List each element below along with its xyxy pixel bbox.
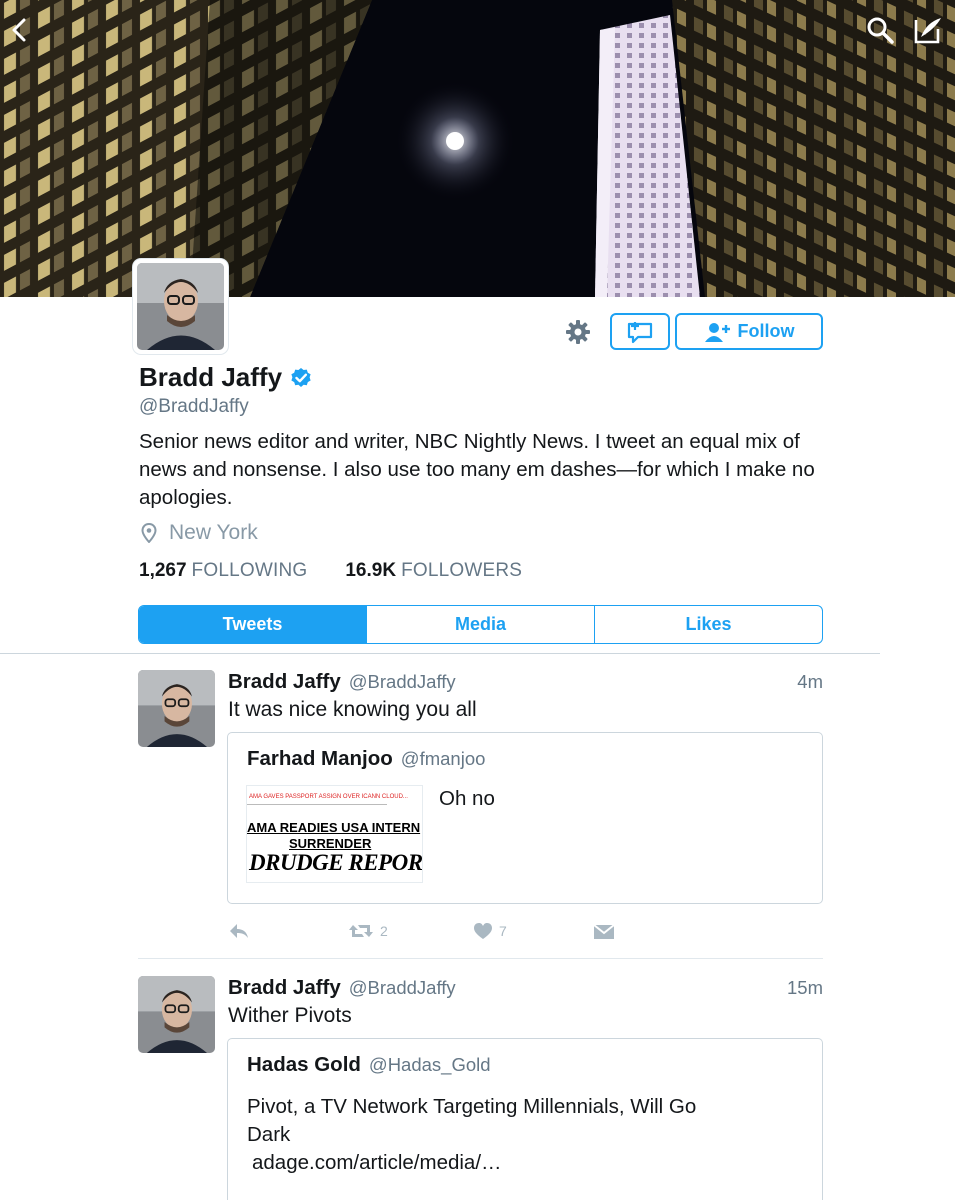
quoted-tweet-handle: @fmanjoo: [400, 748, 486, 769]
tweet-divider: [138, 958, 823, 959]
share-icon: [593, 924, 615, 939]
tweet-avatar[interactable]: [138, 976, 215, 1053]
tweet-text: Wither Pivots: [228, 1004, 352, 1027]
tweet-actions: 2 7: [228, 922, 615, 940]
quoted-tweet-header: Hadas Gold @Hadas_Gold: [247, 1053, 491, 1077]
image-rule: [247, 804, 387, 805]
reply-button[interactable]: [228, 922, 348, 940]
avatar-image: [138, 670, 215, 747]
direct-message-icon: [627, 321, 653, 343]
tweet-timestamp: 4m: [797, 671, 823, 692]
tweet-author[interactable]: Bradd Jaffy: [228, 976, 341, 1000]
settings-button[interactable]: [561, 315, 595, 349]
search-icon: [867, 17, 894, 44]
followers-label: FOLLOWERS: [401, 560, 523, 581]
reply-icon: [230, 924, 248, 938]
tweet-handle: @BraddJaffy: [348, 671, 456, 692]
quoted-tweet-handle: @Hadas_Gold: [368, 1054, 491, 1075]
tab-likes[interactable]: Likes: [594, 606, 822, 643]
section-divider: [0, 653, 880, 654]
avatar-image: [137, 263, 224, 350]
location-text: New York: [169, 521, 258, 544]
followers-stat[interactable]: 16.9K FOLLOWERS: [345, 560, 522, 582]
like-count: 7: [499, 923, 507, 939]
share-button[interactable]: [593, 922, 615, 940]
image-headline: SURRENDER: [289, 836, 372, 851]
quoted-tweet-text-line: Pivot, a TV Network Targeting Millennial…: [247, 1095, 697, 1118]
quoted-tweet-header: Farhad Manjoo @fmanjoo: [247, 747, 485, 771]
profile-bio: Senior news editor and writer, NBC Night…: [139, 430, 815, 509]
profile-tabs: Tweets Media Likes: [138, 605, 823, 644]
verified-badge-icon: [291, 367, 311, 387]
profile-name-row: Bradd Jaffy: [139, 362, 312, 393]
profile-location: New York: [141, 521, 258, 545]
search-button[interactable]: [860, 10, 900, 50]
follow-button-label: Follow: [737, 321, 795, 341]
profile-avatar[interactable]: [133, 259, 228, 354]
compose-button[interactable]: [908, 10, 948, 50]
like-button[interactable]: 7: [473, 922, 593, 940]
tweet-avatar[interactable]: [138, 670, 215, 747]
retweet-icon: [349, 925, 373, 937]
tweet-handle: @BraddJaffy: [348, 977, 456, 998]
location-pin-icon: [141, 523, 157, 543]
quoted-tweet-text: Pivot, a TV Network Targeting Millennial…: [247, 1093, 696, 1177]
tweet-header: Bradd Jaffy @BraddJaffy 15m: [228, 976, 823, 1000]
tweet[interactable]: Bradd Jaffy @BraddJaffy 15m Wither Pivot…: [138, 976, 823, 1200]
gear-icon: [566, 320, 590, 344]
add-user-icon: [704, 322, 730, 342]
tweet-text: It was nice knowing you all: [228, 698, 477, 721]
profile-stats: 1,267 FOLLOWING 16.9K FOLLOWERS: [139, 560, 522, 582]
following-stat[interactable]: 1,267 FOLLOWING: [139, 560, 307, 582]
quoted-tweet-link[interactable]: adage.com/article/media/…: [252, 1149, 696, 1177]
image-logo: DRUDGE REPORT: [249, 850, 423, 875]
following-count: 1,267: [139, 560, 187, 581]
tweet-author[interactable]: Bradd Jaffy: [228, 670, 341, 694]
quoted-tweet-text: Oh no: [439, 787, 495, 810]
quoted-tweet-author: Hadas Gold: [247, 1053, 361, 1076]
quoted-tweet[interactable]: Farhad Manjoo @fmanjoo AMA GAVES PASSPOR…: [227, 732, 823, 904]
profile-handle: @BraddJaffy: [139, 396, 249, 417]
follow-button[interactable]: Follow: [675, 313, 823, 350]
followers-count: 16.9K: [345, 560, 397, 581]
tab-media[interactable]: Media: [366, 606, 594, 643]
tab-tweets[interactable]: Tweets: [139, 606, 366, 643]
quoted-tweet-text-line: Dark: [247, 1123, 291, 1146]
direct-message-button[interactable]: [610, 313, 670, 350]
back-button[interactable]: [0, 10, 40, 50]
tweet[interactable]: Bradd Jaffy @BraddJaffy 4m It was nice k…: [138, 670, 823, 950]
like-icon: [474, 923, 492, 939]
profile-display-name: Bradd Jaffy: [139, 362, 283, 392]
back-chevron-icon: [12, 18, 26, 42]
quoted-tweet[interactable]: Hadas Gold @Hadas_Gold Pivot, a TV Netwo…: [227, 1038, 823, 1200]
header-banner: [0, 0, 955, 297]
tweet-header: Bradd Jaffy @BraddJaffy 4m: [228, 670, 823, 694]
avatar-image: [138, 976, 215, 1053]
following-label: FOLLOWING: [191, 560, 308, 581]
retweet-button[interactable]: 2: [348, 922, 473, 940]
banner-photo: [0, 0, 955, 297]
compose-icon: [914, 18, 941, 44]
image-small-text: AMA GAVES PASSPORT ASSIGN OVER ICANN CLO…: [249, 794, 408, 800]
retweet-count: 2: [380, 923, 388, 939]
quoted-tweet-author: Farhad Manjoo: [247, 747, 393, 770]
quoted-tweet-image[interactable]: AMA GAVES PASSPORT ASSIGN OVER ICANN CLO…: [246, 785, 423, 883]
tweet-timestamp: 15m: [787, 977, 823, 998]
image-headline: AMA READIES USA INTERN: [247, 820, 421, 835]
